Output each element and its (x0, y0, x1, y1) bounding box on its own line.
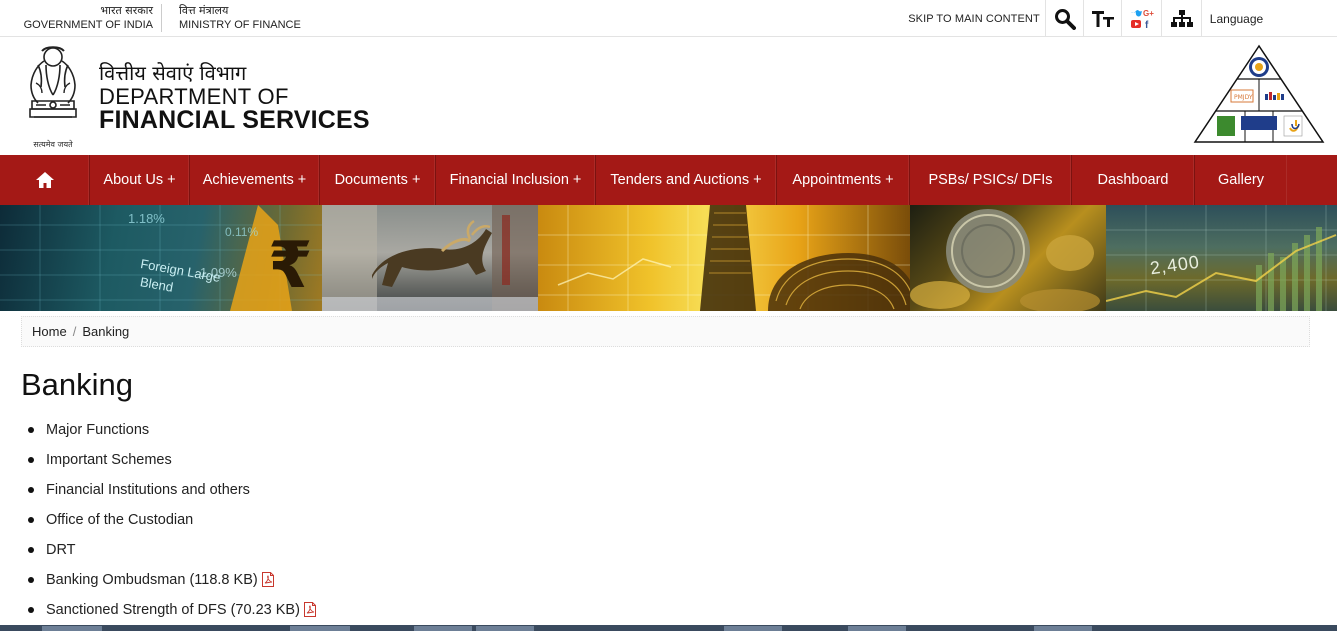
banner-coins-panel (910, 205, 1106, 311)
nav-appointments[interactable]: Appointments + (777, 155, 910, 205)
social-media-button[interactable]: G+ f (1121, 0, 1161, 37)
svg-text:PMJDY: PMJDY (1234, 94, 1253, 101)
ministry-hindi-text: वित्त मंत्रालय (179, 4, 229, 17)
list-item-financial-institutions[interactable]: Financial Institutions and others (25, 480, 316, 510)
department-name-line2: FINANCIAL SERVICES (99, 106, 370, 134)
nav-about-us[interactable]: About Us + (90, 155, 190, 205)
banking-links-list: Major Functions Important Schemes Financ… (25, 420, 316, 630)
nav-documents[interactable]: Documents + (320, 155, 436, 205)
top-utility-bar: भारत सरकार GOVERNMENT OF INDIA वित्त मंत… (0, 0, 1337, 37)
ministry-english-text: MINISTRY OF FINANCE (179, 19, 301, 31)
national-emblem[interactable]: सत्यमेव जयते (22, 43, 84, 151)
list-item-important-schemes[interactable]: Important Schemes (25, 450, 316, 480)
svg-text:₹: ₹ (268, 229, 313, 303)
taskbar-item[interactable] (848, 626, 906, 631)
ministry-of-finance-label: वित्त मंत्रालय MINISTRY OF FINANCE (179, 4, 301, 32)
language-label: Language (1209, 11, 1264, 26)
breadcrumb-separator: / (72, 324, 77, 339)
taskbar-item[interactable] (724, 626, 782, 631)
stock-exchange-building-image (538, 205, 910, 311)
banner-bull-panel (322, 205, 538, 311)
page-title: Banking (21, 367, 134, 402)
social-media-icon: G+ f (1130, 9, 1154, 30)
bull-statue-image (322, 205, 538, 311)
breadcrumb-home-link[interactable]: Home (32, 324, 67, 339)
home-icon (35, 172, 54, 188)
gov-hindi-text: भारत सरकार (100, 4, 153, 17)
taskbar-item[interactable] (1034, 626, 1092, 631)
list-item-label: Financial Institutions and others (46, 482, 250, 498)
list-item-label: Office of the Custodian (46, 512, 194, 528)
nav-home[interactable] (0, 155, 90, 205)
nav-psbs-psics-dfis[interactable]: PSBs/ PSICs/ DFIs (910, 155, 1072, 205)
list-item-label: Sanctioned Strength of DFS (70.23 KB) (46, 602, 300, 618)
main-navigation: About Us + Achievements + Documents + Fi… (0, 155, 1337, 205)
breadcrumb-current: Banking (82, 324, 130, 339)
nav-achievements[interactable]: Achievements + (190, 155, 320, 205)
list-item-label: DRT (46, 542, 76, 558)
schemes-pyramid-logo[interactable]: PMJDY (1193, 44, 1325, 144)
taskbar-item[interactable] (290, 626, 350, 631)
list-item-office-of-custodian[interactable]: Office of the Custodian (25, 510, 316, 540)
list-item-label: Banking Ombudsman (118.8 KB) (46, 572, 258, 588)
sitemap-button[interactable] (1161, 0, 1201, 37)
banner-value-2: 0.11% (225, 225, 259, 239)
nav-dashboard[interactable]: Dashboard (1072, 155, 1195, 205)
gov-english-text: GOVERNMENT OF INDIA (23, 19, 153, 31)
taskbar-item[interactable] (476, 626, 534, 631)
list-item-label: Important Schemes (46, 452, 172, 468)
nav-tenders-and-auctions[interactable]: Tenders and Auctions + (596, 155, 777, 205)
government-of-india-label: भारत सरकार GOVERNMENT OF INDIA (20, 4, 162, 32)
list-item-drt[interactable]: DRT (25, 540, 316, 570)
banner-stock-board-panel: ₹ 1.18% 0.11% 1.09% Foreign Large Blend (0, 205, 322, 311)
sitemap-icon (1170, 9, 1193, 27)
banner-value-1: 1.18% (128, 211, 165, 226)
coins-image (910, 209, 1100, 311)
nav-gallery[interactable]: Gallery (1195, 155, 1287, 205)
language-selector[interactable]: Language (1201, 0, 1271, 37)
header-banner-image: ₹ 1.18% 0.11% 1.09% Foreign Large Blend (0, 205, 1337, 311)
svg-text:G+: G+ (1143, 9, 1154, 18)
text-size-icon (1091, 10, 1114, 27)
list-item-label: Major Functions (46, 422, 150, 438)
site-header: सत्यमेव जयते वित्तीय सेवाएं विभाग DEPART… (0, 37, 1337, 155)
skip-link-label: SKIP TO MAIN CONTENT (908, 12, 1040, 25)
pdf-icon (303, 602, 316, 617)
font-size-button[interactable] (1083, 0, 1121, 37)
department-name-hindi: वित्तीय सेवाएं विभाग (99, 61, 247, 85)
pdf-icon (261, 572, 274, 587)
search-button[interactable] (1045, 0, 1083, 37)
breadcrumb: Home / Banking (21, 316, 1310, 347)
pyramid-logo-icon: PMJDY (1193, 44, 1325, 143)
banner-stock-exchange-panel (538, 205, 910, 311)
search-icon (1054, 8, 1076, 30)
growth-chart-image (1106, 205, 1337, 311)
emblem-motto: सत्यमेव जयते (33, 140, 73, 149)
list-item-banking-ombudsman[interactable]: Banking Ombudsman (118.8 KB) (25, 570, 316, 600)
banner-growth-chart-panel: 2,400 (1106, 205, 1337, 311)
nav-financial-inclusion[interactable]: Financial Inclusion + (436, 155, 596, 205)
list-item-major-functions[interactable]: Major Functions (25, 420, 316, 450)
skip-to-main-content-link[interactable]: SKIP TO MAIN CONTENT (903, 0, 1045, 37)
taskbar-strip (0, 625, 1337, 631)
lion-capital-icon (29, 46, 77, 118)
taskbar-item[interactable] (42, 626, 102, 631)
svg-text:f: f (1145, 20, 1149, 30)
taskbar-item[interactable] (414, 626, 472, 631)
